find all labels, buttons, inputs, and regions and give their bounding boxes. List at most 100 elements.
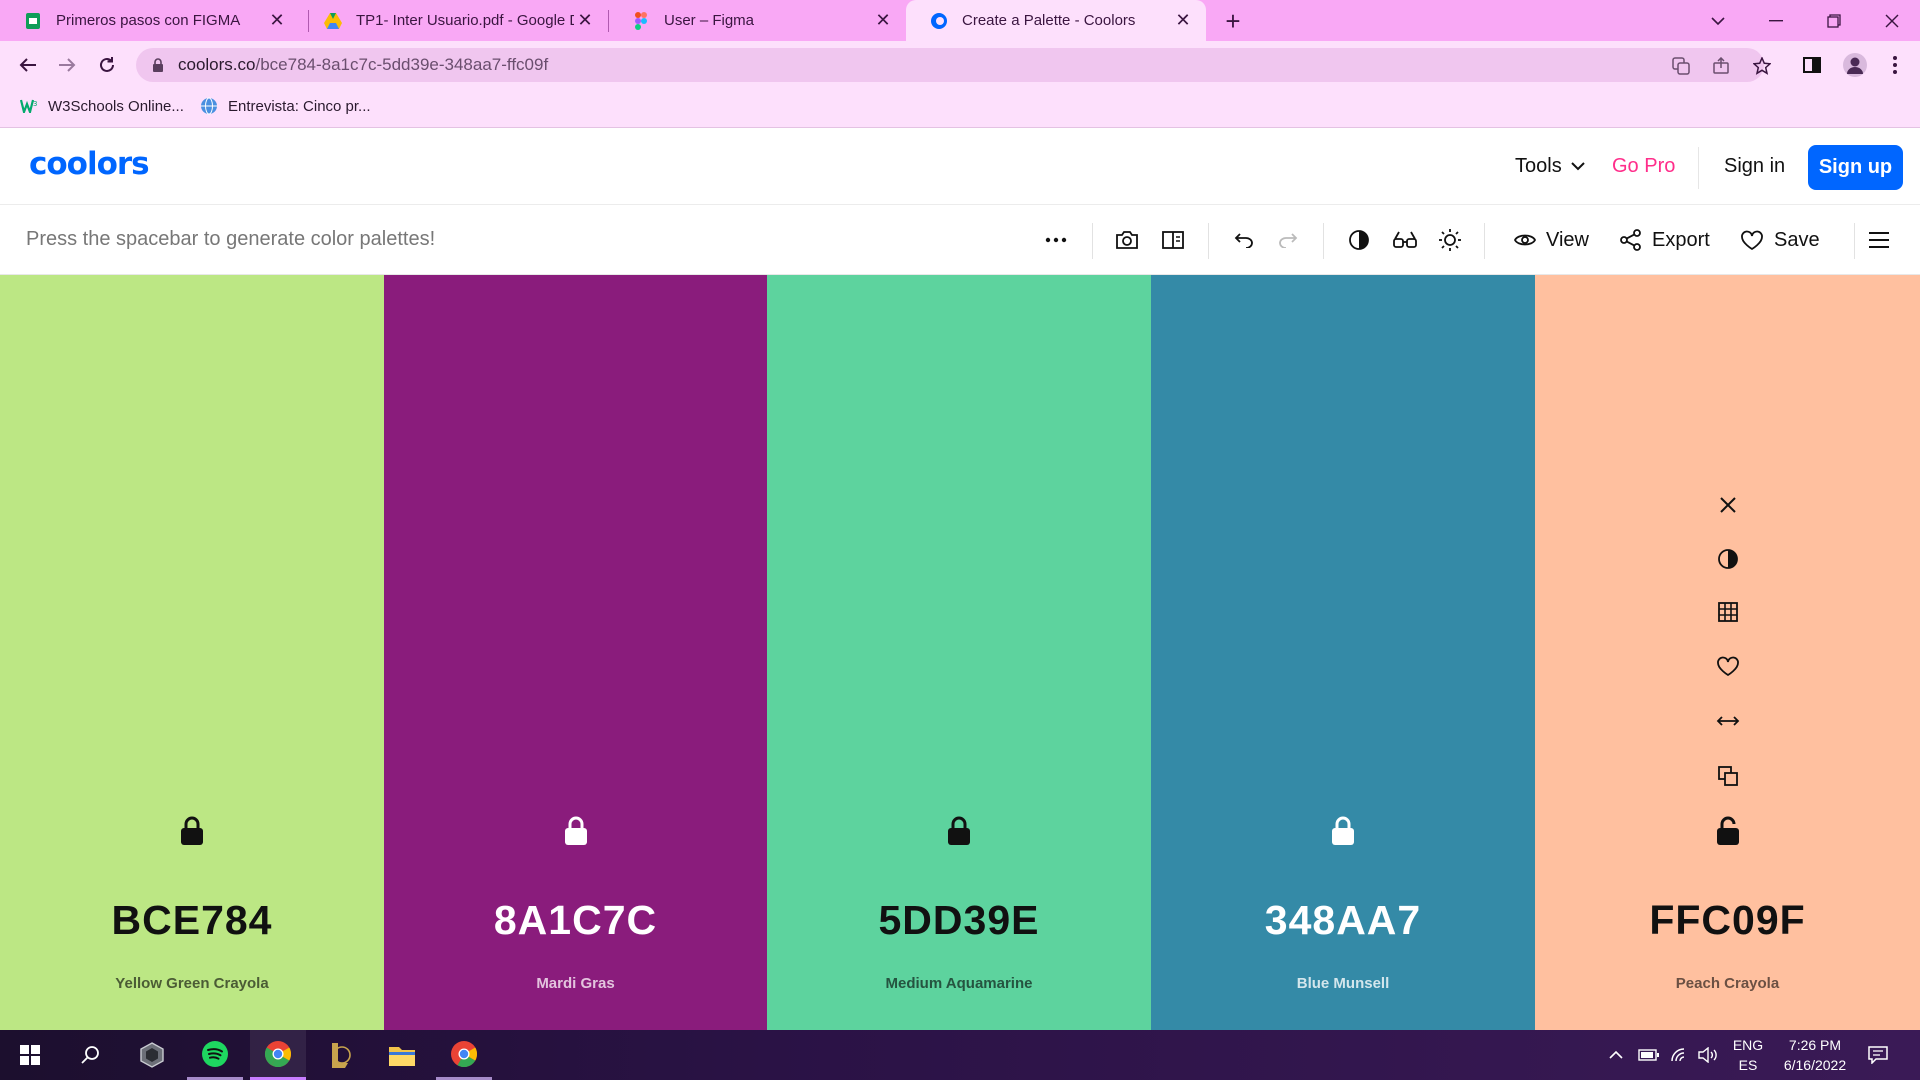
close-tab-icon[interactable]: ✕ [574,10,596,32]
color-name[interactable]: Medium Aquamarine [767,975,1151,992]
export-button[interactable]: Export [1620,225,1710,255]
color-hex-code[interactable]: 348AA7 [1151,897,1535,944]
share-icon[interactable] [1710,55,1732,77]
panel-toggle-icon[interactable] [1160,227,1186,253]
restore-icon[interactable] [1806,0,1862,41]
tab-coolors-active[interactable]: Create a Palette - Coolors ✕ [906,0,1206,41]
share-nodes-icon [1620,229,1641,251]
translate-icon[interactable] [1670,55,1692,77]
more-options-icon[interactable] [1043,227,1069,253]
notifications-icon[interactable] [1868,1030,1888,1080]
bookmark-star-icon[interactable] [1751,55,1773,77]
reload-icon[interactable] [92,50,122,80]
volume-icon[interactable] [1698,1030,1720,1080]
copy-icon[interactable] [1713,761,1743,791]
site-header: coolors Tools Go Pro Sign in Sign up [0,129,1920,205]
coolors-logo[interactable]: coolors [29,146,150,182]
back-arrow-icon[interactable] [13,50,43,80]
profile-avatar[interactable] [1840,50,1870,80]
undo-icon[interactable] [1230,227,1256,253]
lock-icon[interactable] [563,816,589,846]
color-swatch-2[interactable]: 8A1C7C Mardi Gras [384,275,767,1030]
battery-icon[interactable] [1638,1030,1660,1080]
unlock-icon[interactable] [1715,816,1741,846]
close-tab-icon[interactable]: ✕ [266,10,288,32]
toolbar-divider [1208,223,1209,259]
bookmark-entrevista[interactable]: Entrevista: Cinco pr... [200,89,371,123]
spotify-icon[interactable] [187,1030,243,1080]
shades-grid-icon[interactable] [1713,597,1743,627]
remove-color-icon[interactable] [1713,490,1743,520]
color-name[interactable]: Mardi Gras [384,975,767,992]
browser-menu-icon[interactable] [1880,50,1910,80]
lock-icon[interactable] [946,816,972,846]
eye-icon [1514,234,1536,246]
clock[interactable]: 7:26 PM 6/16/2022 [1772,1035,1858,1075]
language-top: ENG [1732,1037,1764,1053]
close-tab-icon[interactable]: ✕ [1172,10,1194,32]
contrast-icon[interactable] [1713,544,1743,574]
hamburger-menu-icon[interactable] [1866,227,1892,253]
contrast-icon[interactable] [1346,227,1372,253]
chrome-icon[interactable] [250,1030,306,1080]
color-name[interactable]: Blue Munsell [1151,975,1535,992]
tab-user-figma[interactable]: User – Figma ✕ [608,0,906,41]
color-name[interactable]: Peach Crayola [1535,975,1920,992]
tab-search-icon[interactable] [1690,0,1746,41]
search-icon[interactable] [62,1030,118,1080]
input-language-indicator[interactable]: ENG ES [1728,1035,1768,1075]
close-window-icon[interactable] [1864,0,1920,41]
redo-icon[interactable] [1276,227,1302,253]
camera-icon[interactable] [1114,227,1140,253]
color-swatch-4[interactable]: 348AA7 Blue Munsell [1151,275,1535,1030]
heart-icon[interactable] [1713,651,1743,681]
windows-start-icon[interactable] [2,1030,58,1080]
bookmark-w3schools[interactable]: 3 W3Schools Online... [20,89,184,123]
side-panel-icon[interactable] [1797,50,1827,80]
brightness-icon[interactable] [1437,227,1463,253]
lock-icon[interactable] [152,58,166,72]
lock-icon[interactable] [179,816,205,846]
minimize-icon[interactable] [1748,0,1804,41]
color-hex-code[interactable]: 5DD39E [767,897,1151,944]
color-hex-code[interactable]: BCE784 [0,897,384,944]
wifi-icon[interactable] [1670,1030,1690,1080]
color-palette: BCE784 Yellow Green Crayola 8A1C7C Mardi… [0,275,1920,1030]
clock-time: 7:26 PM [1788,1037,1842,1053]
go-pro-link[interactable]: Go Pro [1612,155,1675,178]
tray-overflow-chevron-icon[interactable] [1608,1030,1624,1080]
toolbar-divider [1854,223,1855,259]
drag-arrows-icon[interactable] [1713,706,1743,736]
color-swatch-1[interactable]: BCE784 Yellow Green Crayola [0,275,384,1030]
chrome-profile-icon[interactable] [436,1030,492,1080]
coolors-icon [930,12,948,30]
file-explorer-icon[interactable] [374,1030,430,1080]
tools-menu[interactable]: Tools [1515,155,1585,178]
spacebar-hint: Press the spacebar to generate color pal… [26,228,436,250]
heart-icon [1741,230,1763,250]
url-text: coolors.co/bce784-8a1c7c-5dd39e-348aa7-f… [178,55,548,75]
view-button[interactable]: View [1514,225,1589,255]
close-tab-icon[interactable]: ✕ [872,10,894,32]
swatch-hover-tools [1713,275,1743,835]
header-divider [1698,147,1699,189]
forward-arrow-icon[interactable] [52,50,82,80]
new-tab-button[interactable]: + [1218,6,1248,36]
color-swatch-5[interactable]: FFC09F Peach Crayola [1535,275,1920,1030]
tab-tp1-pdf[interactable]: TP1- Inter Usuario.pdf - Google D ✕ [300,0,608,41]
chevron-down-icon [1570,162,1585,171]
color-swatch-3[interactable]: 5DD39E Medium Aquamarine [767,275,1151,1030]
league-of-legends-icon[interactable] [312,1030,368,1080]
sign-in-link[interactable]: Sign in [1724,155,1785,178]
tab-primeros-pasos[interactable]: Primeros pasos con FIGMA ✕ [0,0,300,41]
lock-icon[interactable] [1330,816,1356,846]
glasses-icon[interactable] [1392,227,1418,253]
address-bar[interactable]: coolors.co/bce784-8a1c7c-5dd39e-348aa7-f… [136,48,1771,82]
save-button[interactable]: Save [1740,225,1820,255]
app-hexagon-icon[interactable] [124,1030,180,1080]
w3schools-icon: 3 [20,97,38,115]
color-hex-code[interactable]: FFC09F [1535,897,1920,944]
color-name[interactable]: Yellow Green Crayola [0,975,384,992]
color-hex-code[interactable]: 8A1C7C [384,897,767,944]
sign-up-button[interactable]: Sign up [1808,145,1903,190]
